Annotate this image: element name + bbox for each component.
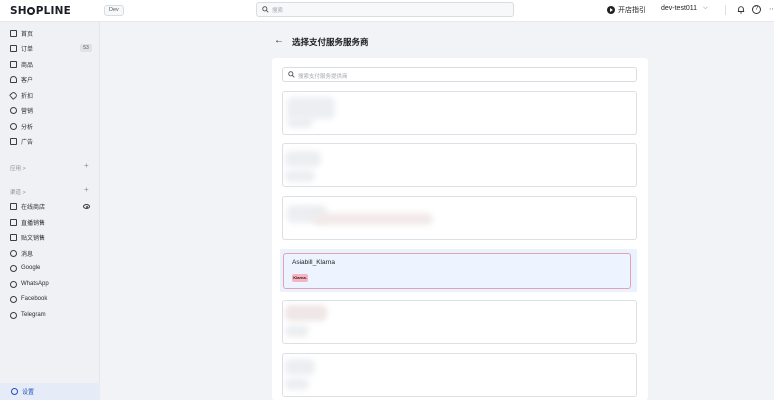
order-icon — [10, 44, 17, 52]
sidebar-item-online-store[interactable]: 在线商店 — [10, 201, 45, 211]
provider-tag-blurred — [285, 170, 315, 182]
telegram-icon — [10, 311, 17, 319]
store-guide-button[interactable]: 开店指引 — [607, 5, 646, 15]
provider-tag-blurred — [285, 325, 309, 337]
sidebar-item-post-sales[interactable]: 贴文销售 — [10, 232, 45, 242]
settings-label: 设置 — [22, 390, 35, 396]
provider-logo-blurred — [285, 359, 315, 375]
shopline-logo[interactable]: SH PLINE — [10, 5, 71, 17]
help-icon[interactable]: ? — [752, 5, 761, 14]
sidebar-item-whatsapp[interactable]: WhatsApp — [10, 279, 49, 289]
search-icon — [262, 6, 269, 13]
store-guide-label: 开店指引 — [618, 7, 646, 14]
provider-search-input[interactable]: 搜索支付服务提供商 — [282, 67, 637, 82]
sidebar-item-messages[interactable]: 消息 — [10, 248, 33, 258]
sidebar-item-label: 营销 — [21, 108, 34, 115]
sidebar-item-settings[interactable]: 设置 — [11, 387, 34, 396]
sidebar-item-google[interactable]: Google — [10, 263, 40, 273]
env-badge: Dev — [104, 5, 124, 16]
whatsapp-icon — [10, 280, 17, 288]
sidebar-item-facebook[interactable]: Facebook — [10, 294, 47, 304]
top-bar: SH PLINE Dev 搜索 开店指引 dev-test011 ⌵ ? ⋯ — [0, 0, 774, 22]
ads-icon — [10, 137, 17, 145]
channels-section-header[interactable]: 渠道 > — [10, 188, 26, 196]
sidebar-item-label: 分析 — [21, 124, 34, 131]
post-icon — [10, 233, 17, 241]
bell-icon[interactable] — [737, 5, 745, 14]
sidebar-item-ads[interactable]: 广告 — [10, 136, 33, 146]
sidebar-item-label: 消息 — [21, 251, 34, 258]
sidebar-item-orders[interactable]: 订单 — [10, 43, 33, 53]
sidebar-item-label: 直播销售 — [21, 220, 46, 227]
provider-tag-blurred — [285, 378, 309, 390]
orders-count-badge: 53 — [80, 44, 92, 52]
store-icon — [10, 202, 17, 210]
sidebar-item-label: 订单 — [21, 46, 34, 53]
sidebar-item-discounts[interactable]: 折扣 — [9, 90, 34, 100]
chevron-down-icon: ⌵ — [703, 5, 708, 11]
provider-tag-blurred — [287, 116, 313, 128]
sidebar-item-label: 客户 — [21, 77, 34, 84]
apps-section-header[interactable]: 应用 > — [10, 164, 26, 172]
sidebar-item-marketing[interactable]: 营销 — [10, 105, 33, 115]
store-name: dev-test011 — [661, 5, 698, 12]
marketing-icon — [10, 106, 17, 114]
sidebar-item-label: 在线商店 — [21, 204, 46, 211]
provider-logo-blurred — [285, 151, 321, 167]
sidebar-item-label: 广告 — [21, 139, 34, 146]
live-icon — [10, 218, 17, 226]
sidebar-item-label: WhatsApp — [21, 281, 49, 287]
add-channel-icon[interactable]: + — [84, 185, 89, 194]
play-icon — [607, 6, 615, 14]
sidebar-item-label: Google — [21, 265, 41, 271]
gear-icon — [11, 388, 18, 395]
search-icon — [288, 71, 295, 78]
more-icon[interactable]: ⋯ — [769, 5, 774, 13]
google-icon — [10, 264, 17, 272]
provider-card[interactable] — [282, 300, 637, 344]
global-search-input[interactable]: 搜索 — [256, 2, 514, 17]
provider-card[interactable] — [282, 143, 637, 187]
provider-logo-blurred — [285, 305, 327, 321]
logo-text-left: SH — [10, 5, 27, 17]
provider-search-placeholder: 搜索支付服务提供商 — [298, 73, 348, 80]
store-switcher[interactable]: dev-test011 ⌵ — [661, 5, 708, 12]
logo-text-right: PLINE — [35, 5, 72, 17]
message-icon — [10, 249, 17, 257]
divider — [725, 5, 726, 15]
sidebar-item-telegram[interactable]: Telegram — [10, 310, 46, 320]
provider-name: Asiabill_Klarna — [292, 259, 335, 266]
sidebar-item-products[interactable]: 商品 — [10, 59, 33, 69]
provider-tag-blurred — [313, 213, 433, 225]
discount-icon — [9, 90, 18, 100]
sidebar-item-label: 折扣 — [21, 93, 34, 100]
home-icon — [10, 29, 17, 37]
provider-card[interactable] — [282, 196, 637, 240]
sidebar-item-label: 商品 — [21, 62, 34, 69]
provider-card-selected[interactable]: Asiabill_Klarna Klarna. — [283, 253, 631, 289]
sidebar-item-analytics[interactable]: 分析 — [10, 121, 33, 131]
sidebar-item-customers[interactable]: 客户 — [10, 74, 33, 84]
provider-card[interactable] — [282, 353, 637, 397]
sidebar-item-label: 贴文销售 — [21, 235, 46, 242]
global-search-placeholder: 搜索 — [272, 8, 284, 14]
add-app-icon[interactable]: + — [84, 161, 89, 170]
analytics-icon — [10, 122, 17, 130]
page-title: 选择支付服务服务商 — [292, 37, 369, 47]
sidebar-item-home[interactable]: 首页 — [10, 28, 33, 38]
klarna-logo-badge: Klarna. — [292, 274, 308, 282]
facebook-icon — [10, 295, 17, 303]
sidebar-item-label: Facebook — [21, 296, 48, 302]
back-arrow-icon[interactable]: ← — [274, 35, 284, 46]
product-icon — [10, 60, 17, 68]
sidebar-item-label: 首页 — [21, 31, 34, 38]
provider-card[interactable] — [282, 91, 637, 135]
customer-icon — [10, 75, 17, 83]
sidebar-item-live-sales[interactable]: 直播销售 — [10, 217, 45, 227]
logo-o-mark — [27, 7, 36, 15]
sidebar-item-label: Telegram — [21, 312, 46, 318]
eye-icon[interactable] — [83, 204, 90, 209]
